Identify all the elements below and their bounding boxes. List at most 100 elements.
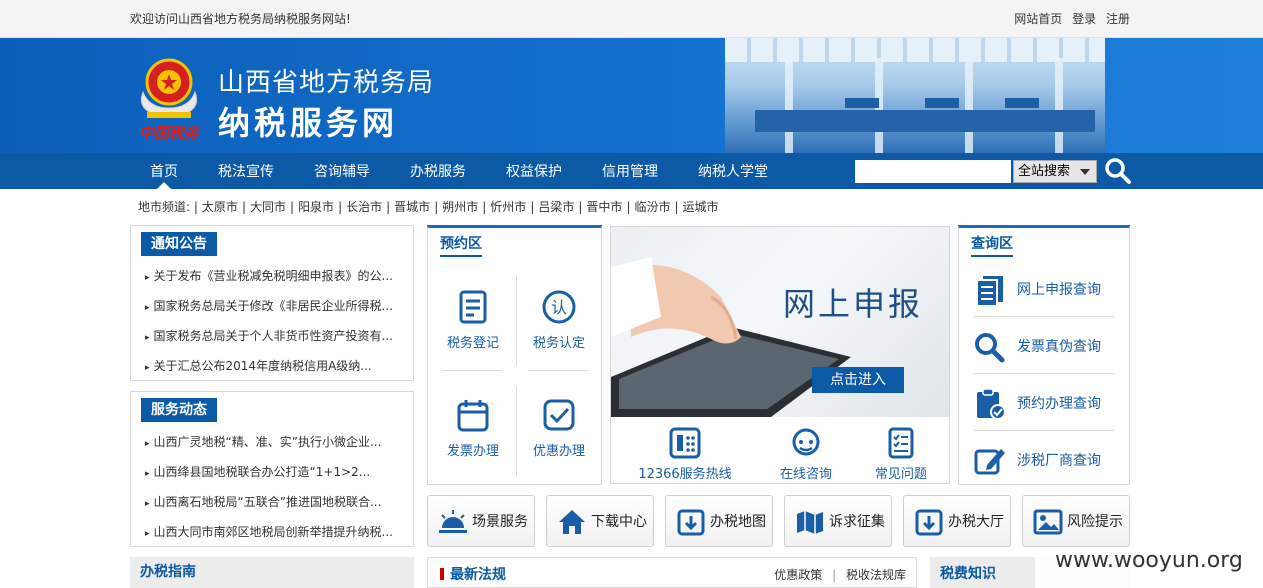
tablet-hand-image: 网上申报 点击进入 xyxy=(611,227,949,417)
city-link[interactable]: 晋中市 xyxy=(586,200,622,214)
law-link-preferential[interactable]: 优惠政策 xyxy=(774,568,822,582)
register-link[interactable]: 注册 xyxy=(1106,12,1130,26)
scene-service-button[interactable]: 场景服务 xyxy=(427,495,535,547)
notice-list: 关于发布《营业税减免税明细申报表》的公... 国家税务总局关于修改《非居民企业所… xyxy=(145,264,400,384)
list-item[interactable]: 山西离石地税局“五联合”推进国地税联合... xyxy=(145,490,400,520)
emblem-text: 中国税务 xyxy=(139,124,201,142)
nav-item-credit[interactable]: 信用管理 xyxy=(602,153,658,189)
query-panel: 查询区 网上申报查询 发票真伪查询 预约办理查询 涉税厂商查询 xyxy=(958,225,1130,485)
list-item[interactable]: 国家税务总局关于修改《非居民企业所得税... xyxy=(145,294,400,324)
city-link[interactable]: 阳泉市 xyxy=(298,200,334,214)
booking-panel: 预约区 税务登记 认 税务认定 发票办理 优惠办理 xyxy=(427,225,602,485)
city-link[interactable]: 晋城市 xyxy=(394,200,430,214)
tax-map-label: 办税地图 xyxy=(710,514,766,530)
headset-icon xyxy=(792,428,820,456)
booking-invoice[interactable]: 发票办理 xyxy=(438,396,508,459)
enter-button[interactable]: 点击进入 xyxy=(812,367,904,393)
query-tax-vendor[interactable]: 涉税厂商查询 xyxy=(973,441,1123,481)
list-item[interactable]: 关于发布《营业税减免税明细申报表》的公... xyxy=(145,264,400,294)
booking-invoice-label: 发票办理 xyxy=(446,444,499,459)
nav-item-home[interactable]: 首页 xyxy=(150,153,178,189)
query-tax-vendor-label: 涉税厂商查询 xyxy=(1017,453,1101,469)
clipboard-check-icon xyxy=(977,388,1006,420)
tax-hall-button[interactable]: 办税大厅 xyxy=(903,495,1011,547)
risk-alert-label: 风险提示 xyxy=(1067,514,1123,530)
nav-item-school[interactable]: 纳税人学堂 xyxy=(698,153,768,189)
city-link[interactable]: 长治市 xyxy=(346,200,382,214)
promo-title: 网上申报 xyxy=(783,285,924,323)
city-link[interactable]: 运城市 xyxy=(683,200,719,214)
booking-certification-label: 税务认定 xyxy=(532,336,585,351)
booking-registration[interactable]: 税务登记 xyxy=(438,288,508,351)
city-link[interactable]: 太原市 xyxy=(202,200,238,214)
home-link[interactable]: 网站首页 xyxy=(1014,12,1062,26)
booking-preferential[interactable]: 优惠办理 xyxy=(524,396,594,459)
tax-knowledge-title: 税费知识 xyxy=(940,566,996,582)
city-channels: 地市频道: | 太原市 | 大同市 | 阳泉市 | 长治市 | 晋城市 | 朔州市 | 忻州市 | 吕梁市 | 晋… xyxy=(130,189,1130,225)
city-link[interactable]: 吕梁市 xyxy=(538,200,574,214)
nav-item-tax-service[interactable]: 办税服务 xyxy=(410,153,466,189)
svg-text:认: 认 xyxy=(551,298,567,317)
booking-preferential-label: 优惠办理 xyxy=(532,444,585,459)
download-icon xyxy=(677,509,705,536)
city-link[interactable]: 临汾市 xyxy=(634,200,670,214)
tax-guide-title: 办税指南 xyxy=(140,564,196,580)
booking-certification[interactable]: 认 税务认定 xyxy=(524,288,594,351)
query-online-filing-label: 网上申报查询 xyxy=(1017,282,1101,298)
city-link[interactable]: 忻州市 xyxy=(490,200,526,214)
city-separator: | xyxy=(193,200,198,214)
service-hall-image xyxy=(725,38,1105,153)
law-links: 优惠政策 | 税收法规库 xyxy=(774,568,906,582)
download-center-button[interactable]: 下载中心 xyxy=(546,495,654,547)
tax-hall-label: 办税大厅 xyxy=(948,514,1004,530)
search-button[interactable] xyxy=(1104,157,1132,185)
query-booking[interactable]: 预约办理查询 xyxy=(973,384,1123,424)
city-separator: | xyxy=(482,200,487,214)
faq-list-icon xyxy=(888,427,914,459)
law-link-library[interactable]: 税收法规库 xyxy=(846,568,906,582)
top-links: 网站首页 登录 注册 xyxy=(1008,0,1130,38)
list-item[interactable]: 山西绛县国地税联合办公打造“1+1>2... xyxy=(145,460,400,490)
tax-emblem-logo: 中国税务 xyxy=(133,52,205,144)
list-item[interactable]: 山西大同市南郊区地税局创新举措提升纳税... xyxy=(145,520,400,550)
hotline-label: 12366服务热线 xyxy=(638,467,732,482)
latest-law-header: 最新法规 优惠政策 | 税收法规库 xyxy=(427,557,917,588)
city-channels-label: 地市频道: xyxy=(138,200,191,214)
home-icon xyxy=(559,510,585,534)
chevron-down-icon xyxy=(1080,169,1090,175)
document-icon xyxy=(459,290,487,324)
latest-law-title: 最新法规 xyxy=(440,564,506,584)
city-separator: | xyxy=(434,200,439,214)
search-icon xyxy=(1105,158,1131,184)
list-item[interactable]: 山西广灵地税“精、准、实”执行小微企业... xyxy=(145,430,400,460)
city-separator: | xyxy=(338,200,343,214)
service-news-box: 服务动态 山西广灵地税“精、准、实”执行小微企业... 山西绛县国地税联合办公打… xyxy=(130,391,414,547)
appeal-label: 诉求征集 xyxy=(829,514,885,530)
faq-label: 常见问题 xyxy=(874,467,927,482)
search-input[interactable] xyxy=(855,160,1011,183)
nav-item-tax-law[interactable]: 税法宣传 xyxy=(218,153,274,189)
list-item[interactable]: 关于汇总公布2014年度纳税信用A级纳... xyxy=(145,354,400,384)
faq[interactable]: 常见问题 xyxy=(859,427,943,482)
query-online-filing[interactable]: 网上申报查询 xyxy=(973,270,1123,310)
search-scope-select[interactable]: 全站搜索 xyxy=(1013,160,1097,183)
hotline-12366[interactable]: 12366服务热线 xyxy=(635,427,735,482)
nav-item-consulting[interactable]: 咨询辅导 xyxy=(314,153,370,189)
org-name: 山西省地方税务局 xyxy=(218,68,435,98)
notice-box: 通知公告 关于发布《营业税减免税明细申报表》的公... 国家税务总局关于修改《非… xyxy=(130,225,414,381)
login-link[interactable]: 登录 xyxy=(1072,12,1096,26)
download-center-label: 下载中心 xyxy=(591,514,647,530)
online-consult[interactable]: 在线咨询 xyxy=(761,427,851,482)
query-invoice-authenticity-label: 发票真伪查询 xyxy=(1017,339,1101,355)
city-link[interactable]: 大同市 xyxy=(250,200,286,214)
city-separator: | xyxy=(241,200,246,214)
nav-item-rights[interactable]: 权益保护 xyxy=(506,153,562,189)
tax-map-button[interactable]: 办税地图 xyxy=(665,495,773,547)
risk-alert-button[interactable]: 风险提示 xyxy=(1022,495,1130,547)
download-box-icon xyxy=(915,509,943,536)
edit-icon xyxy=(974,449,1005,475)
appeal-button[interactable]: 诉求征集 xyxy=(784,495,892,547)
query-invoice-authenticity[interactable]: 发票真伪查询 xyxy=(973,327,1123,367)
list-item[interactable]: 国家税务总局关于个人非货币性资产投资有... xyxy=(145,324,400,354)
city-link[interactable]: 朔州市 xyxy=(442,200,478,214)
